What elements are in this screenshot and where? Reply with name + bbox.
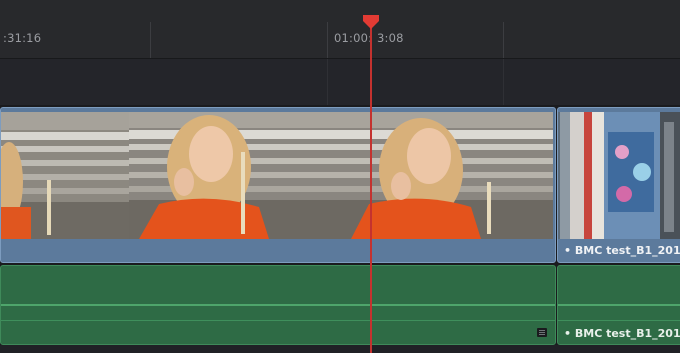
track-divider	[0, 345, 680, 353]
audio-waveform	[558, 304, 680, 306]
video-clip[interactable]: • BMC test_B1_2012-0	[557, 107, 680, 263]
audio-clip[interactable]	[0, 265, 556, 345]
timecode-ruler[interactable]: :31:16 01:00: 3:08	[0, 0, 680, 58]
timecode-label-playhead-end: 3:08	[377, 31, 404, 45]
playhead-marker-icon[interactable]	[362, 14, 380, 30]
clip-thumbnail	[351, 112, 553, 239]
video-track[interactable]: • BMC test_B1_2012-0	[0, 105, 680, 263]
clip-thumbnail	[558, 112, 680, 239]
ruler-tick	[150, 22, 151, 58]
ruler-tick	[327, 22, 328, 58]
video-clip[interactable]	[0, 107, 556, 263]
timecode-label-playhead: 01:00:	[334, 31, 373, 45]
subtitle-lines-icon[interactable]	[537, 328, 547, 337]
timecode-label: :31:16	[3, 31, 42, 45]
ruler-tick	[503, 22, 504, 58]
audio-waveform	[1, 320, 555, 321]
audio-waveform	[558, 320, 680, 321]
playhead-line[interactable]	[370, 22, 372, 353]
clip-label: • BMC test_B1_2012-0	[564, 244, 680, 257]
clip-thumbnail	[1, 112, 129, 239]
audio-track[interactable]: • BMC test_B1_2012-0	[0, 263, 680, 353]
grid-line	[327, 59, 328, 105]
timeline-viewport[interactable]: :31:16 01:00: 3:08 • BMC test_B1_201 • B…	[0, 0, 680, 353]
audio-waveform	[1, 304, 555, 306]
clip-label: • BMC test_B1_2012-0	[564, 327, 680, 340]
audio-clip[interactable]: • BMC test_B1_2012-0	[557, 265, 680, 345]
clip-thumbnail	[129, 112, 351, 239]
empty-video-track[interactable]	[0, 59, 680, 105]
grid-line	[503, 59, 504, 105]
